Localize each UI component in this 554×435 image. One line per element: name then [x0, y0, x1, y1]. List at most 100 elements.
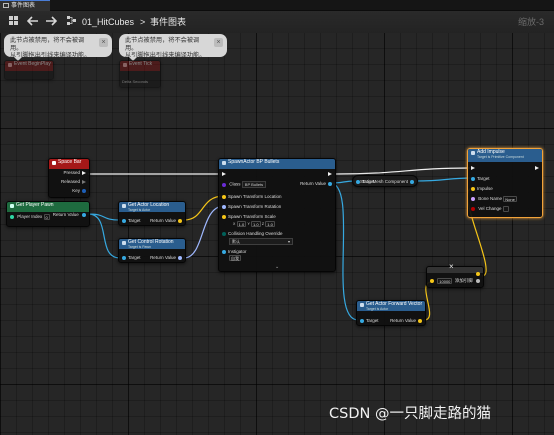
forward-arrow-icon[interactable]: [44, 15, 58, 29]
vel-change-checkbox[interactable]: [502, 206, 509, 212]
bone-name-label: Bone Name: [478, 196, 503, 202]
back-arrow-icon[interactable]: [26, 15, 40, 29]
exec-pin[interactable]: [222, 171, 226, 176]
spawn-location-label: Spawn Transform Location: [228, 194, 282, 199]
axis-x-label: X: [233, 222, 236, 227]
exec-pin[interactable]: [82, 179, 86, 184]
vector-pin[interactable]: [476, 271, 480, 276]
expand-chevron-icon[interactable]: ⌄: [275, 264, 279, 270]
scale-z-field[interactable]: 1.0: [265, 221, 275, 227]
rotator-pin[interactable]: [222, 204, 226, 209]
keyboard-icon: [52, 161, 56, 165]
close-icon[interactable]: ×: [99, 38, 108, 47]
pressed-label: Pressed: [63, 170, 80, 175]
instigator-field[interactable]: 自我: [229, 255, 241, 261]
node-title: Get Player Pawn: [16, 202, 54, 208]
released-label: Released: [60, 179, 80, 184]
grid-icon[interactable]: [6, 15, 20, 29]
vector-pin[interactable]: [430, 279, 434, 283]
instigator-label: Instigator: [228, 249, 247, 254]
scale-y-field[interactable]: 1.0: [251, 221, 261, 227]
close-icon[interactable]: ×: [214, 38, 223, 47]
add-pin-icon[interactable]: [476, 278, 480, 283]
event-beginplay-node[interactable]: Event BeginPlay: [4, 60, 54, 80]
player-index-field[interactable]: 0: [43, 214, 50, 220]
name-pin[interactable]: [471, 197, 475, 201]
node-subtitle: Target is Pawn: [128, 245, 151, 249]
event-icon: [8, 63, 12, 67]
object-pin[interactable]: [410, 179, 414, 184]
struct-pin[interactable]: [82, 188, 86, 193]
object-pin[interactable]: [328, 181, 332, 186]
return-value-label: Return Value: [150, 255, 176, 260]
object-pin[interactable]: [122, 218, 126, 223]
spawn-rotation-label: Spawn Transform Rotation: [228, 204, 282, 209]
get-control-rotation-node[interactable]: Get Control Rotation Target is Pawn Targ…: [118, 238, 186, 263]
collision-dropdown[interactable]: 默认 ▾: [229, 238, 293, 245]
node-title: SpawnActor BP Bullets: [228, 159, 280, 165]
graph-toolbar: 01_HitCubes > 事件图表 缩放-3: [0, 11, 554, 33]
get-actor-location-node[interactable]: Get Actor Location Target is Actor Targe…: [118, 201, 186, 226]
multiplier-field[interactable]: 10000: [437, 278, 453, 284]
tab-event-graph[interactable]: 事件图表: [0, 0, 50, 11]
add-impulse-node[interactable]: Add Impulse Target is Primitive Componen…: [467, 148, 543, 218]
target-label: Target: [128, 255, 141, 260]
function-icon: [360, 303, 364, 307]
vector-pin[interactable]: [222, 214, 226, 219]
wire-mesh-to-impulse: [415, 177, 473, 182]
vector-pin[interactable]: [471, 186, 475, 191]
bool-pin[interactable]: [471, 207, 475, 211]
wire-pawn-to-rotation: [87, 213, 121, 259]
object-pin[interactable]: [82, 212, 86, 217]
graph-icon: [3, 3, 9, 8]
vector-pin[interactable]: [222, 194, 226, 199]
add-pin-label[interactable]: 添加引脚: [455, 278, 473, 283]
breadcrumb-project[interactable]: 01_HitCubes: [82, 16, 134, 28]
rotator-pin[interactable]: [178, 255, 182, 260]
exec-pin[interactable]: [328, 171, 332, 176]
get-actor-forward-vector-node[interactable]: Get Actor Forward Vector Target is Actor…: [356, 300, 426, 326]
target-label: Target: [477, 176, 490, 181]
comment-line: 此节点被禁用，将不会被调用。: [10, 37, 85, 52]
blueprint-icon: [65, 15, 77, 29]
exec-pin[interactable]: [471, 165, 475, 170]
class-dropdown[interactable]: BP Bullets: [241, 181, 267, 188]
spawn-scale-label: Spawn Transform Scale: [228, 214, 276, 219]
node-title: Event BeginPlay: [14, 61, 51, 67]
object-pin[interactable]: [471, 176, 475, 181]
node-title: Space Bar: [58, 159, 82, 165]
breadcrumb-separator: >: [140, 17, 146, 27]
node-title: Event Tick: [129, 61, 153, 67]
int-pin[interactable]: [10, 215, 14, 219]
object-pin[interactable]: [360, 318, 364, 323]
exec-pin[interactable]: [535, 165, 539, 170]
multiply-node[interactable]: × 10000 添加引脚: [426, 263, 484, 288]
enum-pin[interactable]: [222, 231, 226, 236]
object-pin[interactable]: [122, 255, 126, 260]
class-pin[interactable]: [222, 182, 226, 187]
exec-pin[interactable]: [82, 170, 86, 175]
target-label: Target: [366, 318, 379, 323]
chevron-down-icon: ▾: [287, 239, 290, 244]
comment-line: 此节点被禁用，将不会被调用。: [125, 37, 200, 52]
spawn-actor-node[interactable]: SpawnActor BP Bullets Class BP Bullets R…: [218, 158, 336, 272]
bone-name-field[interactable]: None: [503, 196, 517, 202]
space-bar-node[interactable]: Space Bar Pressed Released Key: [48, 158, 90, 198]
breadcrumb-graph[interactable]: 事件图表: [150, 16, 186, 28]
delta-seconds-label: Delta Seconds: [122, 79, 149, 84]
zoom-level: 缩放-3: [517, 17, 544, 27]
disabled-comment-bubble: 此节点被禁用，将不会被调用。 从引脚拖出引线来编译功能。 ×: [119, 34, 227, 61]
key-label: Key: [72, 188, 80, 193]
comment-line: 从引脚拖出引线来编译功能。: [10, 52, 91, 59]
object-pin[interactable]: [222, 249, 226, 254]
get-player-pawn-node[interactable]: Get Player Pawn Player Index 0 Return Va…: [6, 201, 90, 227]
vector-pin[interactable]: [418, 318, 422, 323]
scale-x-field[interactable]: 1.0: [236, 221, 247, 227]
vector-pin[interactable]: [178, 218, 182, 223]
event-tick-node[interactable]: Event Tick Delta Seconds: [119, 60, 161, 88]
function-icon: [222, 161, 226, 165]
wire-pawn-to-location: [87, 213, 121, 221]
static-mesh-component-node[interactable]: Target Static Mesh Component: [352, 175, 418, 187]
event-icon: [123, 63, 127, 67]
impulse-label: Impulse: [477, 186, 493, 191]
